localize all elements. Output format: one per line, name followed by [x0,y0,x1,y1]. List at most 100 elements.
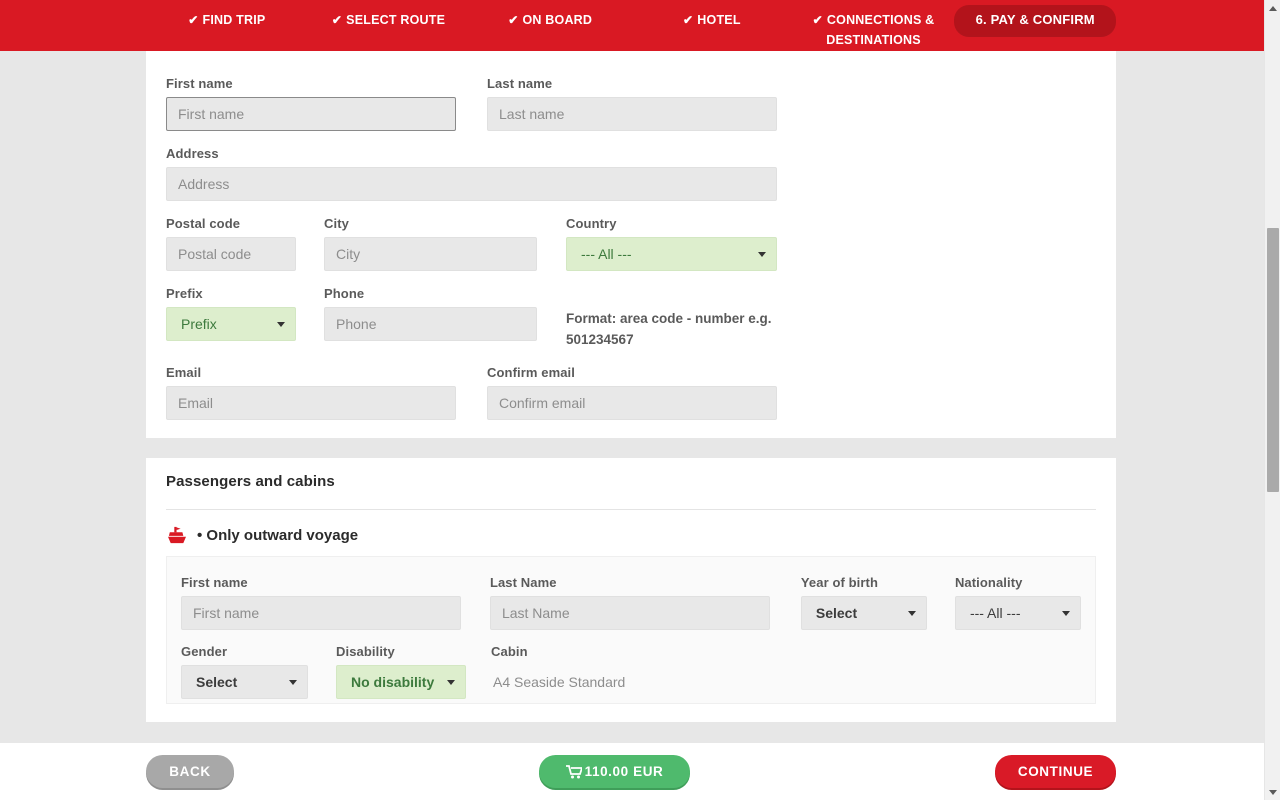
disability-value: No disability [351,674,435,690]
country-label: Country [566,216,617,231]
scroll-up-arrow[interactable] [1265,0,1280,16]
phone-input[interactable] [324,307,537,341]
cart-icon [565,764,582,778]
chevron-down-icon [277,322,285,327]
email-input[interactable] [166,386,456,420]
prefix-select[interactable]: Prefix [166,307,296,341]
cart-total-button[interactable]: 110.00 EUR [539,755,690,788]
prefix-label: Prefix [166,286,203,301]
step-label: ON BOARD [522,13,593,27]
year-of-birth-value: Select [815,605,858,621]
first-name-label: First name [166,76,233,91]
step-label: FIND TRIP [202,13,266,27]
chevron-up-icon [1269,5,1277,11]
field-group-year-of-birth: Year of birth Select [800,575,927,630]
cabin-label: Cabin [491,644,528,659]
pax-first-name-label: First name [181,575,248,590]
field-group-address: Address [166,146,777,201]
first-name-input[interactable] [166,97,456,131]
address-label: Address [166,146,219,161]
country-select-value: --- All --- [581,246,632,262]
chevron-down-icon [1269,789,1277,795]
field-group-nationality: Nationality --- All --- [954,575,1081,630]
step-pay-and-confirm[interactable]: 6. PAY & CONFIRM [954,5,1117,35]
field-group-pax-last-name: Last Name [489,575,770,630]
last-name-label: Last name [487,76,553,91]
gender-value: Select [196,674,238,690]
field-group-first-name: First name [166,76,456,131]
step-label: 6. PAY & CONFIRM [975,12,1095,27]
year-of-birth-select[interactable]: Select [800,596,927,630]
last-name-input[interactable] [487,97,777,131]
city-input[interactable] [324,237,537,271]
voyage-heading: • Only outward voyage [166,526,358,544]
vertical-scrollbar[interactable] [1264,0,1280,800]
cabin-value: A4 Seaside Standard [493,674,626,690]
city-label: City [324,216,349,231]
field-group-email: Email [166,365,456,420]
address-input[interactable] [166,167,777,201]
confirm-email-input[interactable] [487,386,777,420]
phone-format-hint: Format: area code - number e.g. 50123456… [566,286,777,350]
postal-code-label: Postal code [166,216,241,231]
chevron-down-icon [447,680,455,685]
field-group-cabin: Cabin A4 Seaside Standard [491,644,751,699]
field-group-confirm-email: Confirm email [487,365,777,420]
contact-details-card: First name Last name Address [146,51,1116,438]
nationality-select[interactable]: --- All --- [954,596,1081,630]
cart-total-label: 110.00 EUR [584,764,664,779]
nationality-label: Nationality [954,575,1023,590]
ferry-icon [168,526,186,544]
section-divider [166,509,1096,510]
step-connections-destinations[interactable]: ✔ CONNECTIONS & DESTINATIONS [793,5,955,55]
nationality-value: --- All --- [969,605,1021,621]
field-group-city: City [324,216,537,271]
field-group-postal-code: Postal code [166,216,296,271]
chevron-down-icon [907,611,916,616]
check-icon: ✔ [508,13,519,27]
prefix-select-value: Prefix [181,316,217,332]
disability-label: Disability [336,644,395,659]
field-group-country: Country --- All --- [566,216,777,271]
step-hotel[interactable]: ✔ HOTEL [631,5,793,35]
step-label: CONNECTIONS & DESTINATIONS [826,13,935,47]
step-on-board[interactable]: ✔ ON BOARD [469,5,631,35]
continue-button[interactable]: CONTINUE [995,755,1116,788]
chevron-down-icon [289,680,297,685]
step-label: SELECT ROUTE [346,13,446,27]
email-label: Email [166,365,202,380]
check-icon: ✔ [331,13,343,27]
voyage-label: • Only outward voyage [197,526,359,544]
bottom-action-bar: BACK 110.00 EUR CONTINUE [0,743,1264,800]
passengers-title-wrap: Passengers and cabins [166,473,335,490]
disability-select[interactable]: No disability [336,665,466,699]
passengers-section-title: Passengers and cabins [166,473,335,490]
year-of-birth-label: Year of birth [800,575,879,590]
chevron-down-icon [758,252,766,257]
gender-select[interactable]: Select [181,665,308,699]
step-find-trip[interactable]: ✔ FIND TRIP [146,5,308,35]
field-group-disability: Disability No disability [336,644,466,699]
phone-format-hint-text: Format: area code - number e.g. 50123456… [566,311,772,347]
passenger-panel: First name Last Name Year of birth Selec… [166,556,1096,704]
chevron-down-icon [1062,611,1070,616]
country-select[interactable]: --- All --- [566,237,777,271]
pax-last-name-input[interactable] [489,596,770,630]
field-group-gender: Gender Select [181,644,308,699]
postal-code-input[interactable] [166,237,296,271]
scroll-down-arrow[interactable] [1265,784,1280,800]
page-scroll-area: ✔ FIND TRIP ✔ SELECT ROUTE ✔ ON BOARD ✔ HOTE… [0,0,1264,743]
back-button[interactable]: BACK [146,755,234,788]
check-icon: ✔ [683,13,694,27]
step-label: HOTEL [697,13,741,27]
checkout-step-nav: ✔ FIND TRIP ✔ SELECT ROUTE ✔ ON BOARD ✔ HOTE… [0,0,1264,51]
field-group-phone: Phone [324,286,537,350]
step-select-route[interactable]: ✔ SELECT ROUTE [308,5,470,35]
field-group-prefix: Prefix Prefix [166,286,296,350]
confirm-email-label: Confirm email [487,365,575,380]
pax-first-name-input[interactable] [181,596,461,630]
check-icon: ✔ [812,13,823,27]
scrollbar-thumb[interactable] [1267,228,1279,492]
phone-label: Phone [324,286,365,301]
pax-last-name-label: Last Name [489,575,557,590]
